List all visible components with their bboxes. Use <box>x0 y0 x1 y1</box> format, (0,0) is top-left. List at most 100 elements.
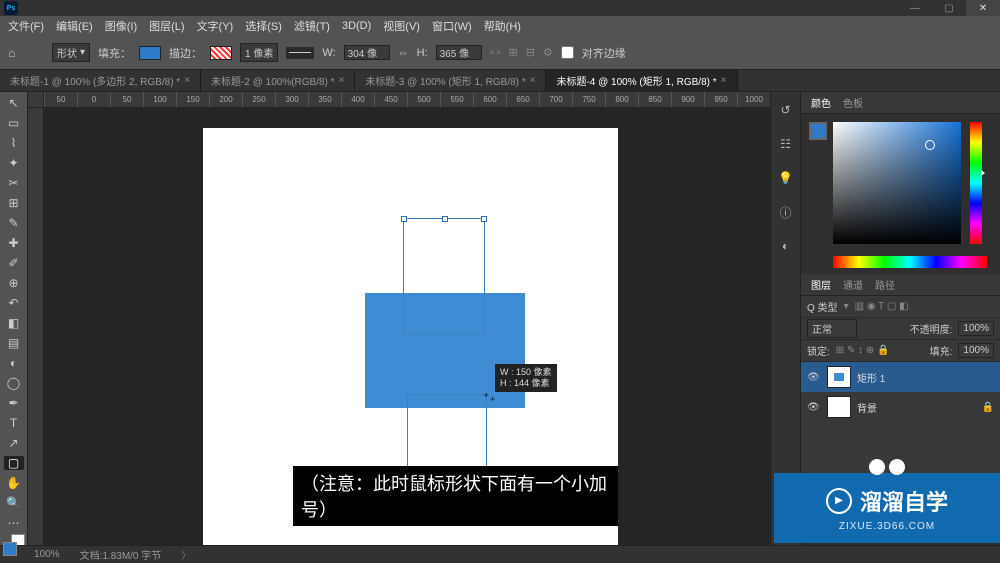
canvas[interactable]: W : 150 像素 H : 144 像素 ⁺₊ （注意：此时鼠标形状下面有一个… <box>203 128 618 548</box>
edit-toolbar[interactable]: ⋯ <box>4 516 24 530</box>
gear-icon[interactable]: ⚙ <box>543 46 553 59</box>
menu-滤镜[interactable]: 滤镜(T) <box>294 18 330 34</box>
document-tab[interactable]: 未标题-2 @ 100%(RGB/8) *× <box>201 70 355 91</box>
fill-opacity-input[interactable]: 100% <box>958 343 994 358</box>
home-icon[interactable]: ⌂ <box>8 46 24 60</box>
styles-icon[interactable]: ◐ <box>776 236 796 256</box>
selection-rect-top[interactable] <box>403 218 485 335</box>
pen-tool[interactable]: ✒ <box>4 396 24 410</box>
ruler-mark: 500 <box>407 92 440 107</box>
width-input[interactable] <box>344 45 390 60</box>
zoom-level[interactable]: 100% <box>34 549 60 560</box>
shape-mode-dropdown[interactable]: 形状 ▾ <box>52 43 90 62</box>
bulb-icon[interactable]: 💡 <box>776 168 796 188</box>
hand-tool[interactable]: ✋ <box>4 476 24 490</box>
document-tab[interactable]: 未标题-1 @ 100% (多边形 2, RGB/8) *× <box>0 70 201 91</box>
history-icon[interactable]: ↺ <box>776 100 796 120</box>
layer-background[interactable]: 👁 背景 🔒 <box>801 392 1000 422</box>
path-select-tool[interactable]: ↗ <box>4 436 24 450</box>
menu-文件[interactable]: 文件(F) <box>8 18 44 34</box>
menu-帮助[interactable]: 帮助(H) <box>484 18 521 34</box>
layer-name[interactable]: 矩形 1 <box>857 370 885 385</box>
blend-mode-dropdown[interactable]: 正常 <box>807 319 857 338</box>
layer-thumb[interactable] <box>827 366 851 388</box>
move-tool[interactable]: ↖ <box>4 96 24 110</box>
opacity-input[interactable]: 100% <box>958 321 994 336</box>
align-edges-checkbox[interactable] <box>561 46 574 59</box>
tab-color[interactable]: 颜色 <box>811 95 831 110</box>
visibility-icon[interactable]: 👁 <box>807 372 821 383</box>
color-field[interactable] <box>833 122 961 244</box>
close-icon[interactable]: × <box>721 75 727 86</box>
zoom-tool[interactable]: 🔍 <box>4 496 24 510</box>
tab-paths[interactable]: 路径 <box>875 277 895 292</box>
layer-thumb[interactable] <box>827 396 851 418</box>
selection-rect-drawing[interactable] <box>407 394 487 470</box>
stroke-width-dropdown[interactable]: 1 像素 <box>240 43 278 62</box>
visibility-icon[interactable]: 👁 <box>807 402 821 413</box>
menu-图像[interactable]: 图像(I) <box>105 18 137 34</box>
hue-slider[interactable] <box>970 122 982 244</box>
brush-tool[interactable]: ✐ <box>4 256 24 270</box>
gradient-tool[interactable]: ▤ <box>4 336 24 350</box>
fill-swatch[interactable] <box>139 46 161 60</box>
window-controls: — ▢ ✕ <box>898 0 1000 16</box>
link-icon[interactable]: ⇔ <box>398 47 409 59</box>
marquee-tool[interactable]: ▭ <box>4 116 24 130</box>
fg-color-swatch[interactable] <box>809 122 827 140</box>
close-button[interactable]: ✕ <box>966 0 1000 16</box>
heal-tool[interactable]: ✚ <box>4 236 24 250</box>
menu-3D[interactable]: 3D(D) <box>342 20 371 32</box>
ruler-horizontal[interactable]: 5005010015020025030035040045050055060065… <box>44 92 770 108</box>
dodge-tool[interactable]: ◯ <box>4 376 24 390</box>
path-ops-icon[interactable]: ▫ ▫ <box>490 47 501 59</box>
align-icon[interactable]: ⊞ <box>508 46 517 59</box>
frame-tool[interactable]: ⊞ <box>4 196 24 210</box>
menu-图层[interactable]: 图层(L) <box>149 18 184 34</box>
eyedropper-tool[interactable]: ✎ <box>4 216 24 230</box>
menu-窗口[interactable]: 窗口(W) <box>432 18 472 34</box>
tab-layers[interactable]: 图层 <box>811 277 831 292</box>
rect-tool[interactable]: ▢ <box>4 456 24 470</box>
lock-icon[interactable]: 🔒 <box>982 402 994 413</box>
doc-size[interactable]: 文档:1.83M/0 字节 <box>80 547 162 562</box>
menu-选择[interactable]: 选择(S) <box>245 18 282 34</box>
stroke-style-dropdown[interactable] <box>286 47 314 59</box>
foreground-swatch[interactable] <box>3 542 17 556</box>
document-tab[interactable]: 未标题-3 @ 100% (矩形 1, RGB/8) *× <box>355 70 546 91</box>
cursor-crosshair-icon: ⁺₊ <box>483 390 496 404</box>
crop-tool[interactable]: ✂ <box>4 176 24 190</box>
lasso-tool[interactable]: ⌇ <box>4 136 24 150</box>
blur-tool[interactable]: ◐ <box>4 356 24 370</box>
spectrum-bar[interactable] <box>833 256 987 268</box>
height-input[interactable] <box>436 45 482 60</box>
wand-tool[interactable]: ✦ <box>4 156 24 170</box>
document-tab[interactable]: 未标题-4 @ 100% (矩形 1, RGB/8) *× <box>546 70 737 91</box>
tab-swatches[interactable]: 色板 <box>843 95 863 110</box>
history-brush-tool[interactable]: ↶ <box>4 296 24 310</box>
lock-icons[interactable]: ⊞ ✎ ↕ ⊕ 🔒 <box>836 345 890 356</box>
restore-button[interactable]: ▢ <box>932 0 966 16</box>
stamp-tool[interactable]: ⊕ <box>4 276 24 290</box>
arrange-icon[interactable]: ⊟ <box>526 46 535 59</box>
stroke-swatch[interactable] <box>210 46 232 60</box>
layer-name[interactable]: 背景 <box>857 400 877 415</box>
h-label: H: <box>417 47 428 59</box>
properties-icon[interactable]: ☷ <box>776 134 796 154</box>
layer-filter-icons[interactable]: ▥ ◉ T ▢ ◧ <box>855 301 909 312</box>
ruler-vertical[interactable] <box>28 108 44 548</box>
menu-文字[interactable]: 文字(Y) <box>197 18 234 34</box>
menu-编辑[interactable]: 编辑(E) <box>56 18 93 34</box>
tab-channels[interactable]: 通道 <box>843 277 863 292</box>
ruler-mark: 400 <box>341 92 374 107</box>
menu-视图[interactable]: 视图(V) <box>383 18 420 34</box>
close-icon[interactable]: × <box>339 75 345 86</box>
close-icon[interactable]: × <box>184 75 190 86</box>
close-icon[interactable]: × <box>530 75 536 86</box>
layer-rect1[interactable]: 👁 矩形 1 <box>801 362 1000 392</box>
type-tool[interactable]: T <box>4 416 24 430</box>
ruler-corner <box>28 92 44 108</box>
eraser-tool[interactable]: ◧ <box>4 316 24 330</box>
info-icon[interactable]: ⓘ <box>776 202 796 222</box>
minimize-button[interactable]: — <box>898 0 932 16</box>
